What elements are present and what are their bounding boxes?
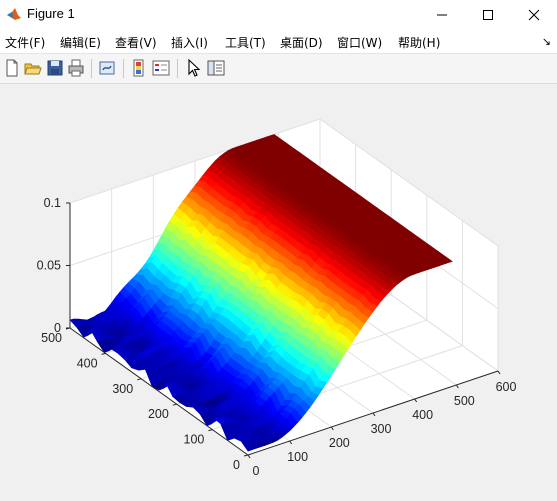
surface-plot[interactable]: 0100200300400500600010020030040050000.05… — [0, 0, 557, 501]
y-tick-mark — [208, 429, 213, 432]
x-tick-mark — [414, 398, 418, 403]
y-tick-mark — [243, 454, 249, 457]
x-tick-label: 200 — [329, 436, 350, 450]
y-tick-mark — [137, 378, 142, 381]
y-tick-mark — [101, 352, 106, 355]
x-tick-label: 500 — [454, 394, 475, 408]
y-tick-label: 300 — [112, 382, 133, 396]
y-tick-label: 0 — [233, 458, 240, 472]
y-tick-label: 400 — [77, 356, 98, 370]
z-tick-label: 0.05 — [37, 259, 61, 273]
x-tick-mark — [455, 384, 459, 389]
x-tick-mark — [330, 426, 334, 431]
y-tick-label: 200 — [148, 407, 169, 421]
y-tick-label: 100 — [184, 433, 205, 447]
x-tick-mark — [372, 412, 376, 417]
x-tick-label: 100 — [287, 450, 308, 464]
z-tick-label: 0 — [54, 321, 61, 335]
x-tick-label: 400 — [412, 408, 433, 422]
z-tick-label: 0.1 — [44, 196, 61, 210]
x-tick-label: 0 — [253, 464, 260, 478]
x-tick-label: 600 — [496, 380, 517, 394]
x-tick-mark — [497, 370, 501, 375]
x-tick-label: 300 — [371, 422, 392, 436]
x-tick-mark — [247, 454, 251, 459]
x-tick-mark — [289, 440, 293, 445]
y-tick-mark — [172, 403, 177, 406]
